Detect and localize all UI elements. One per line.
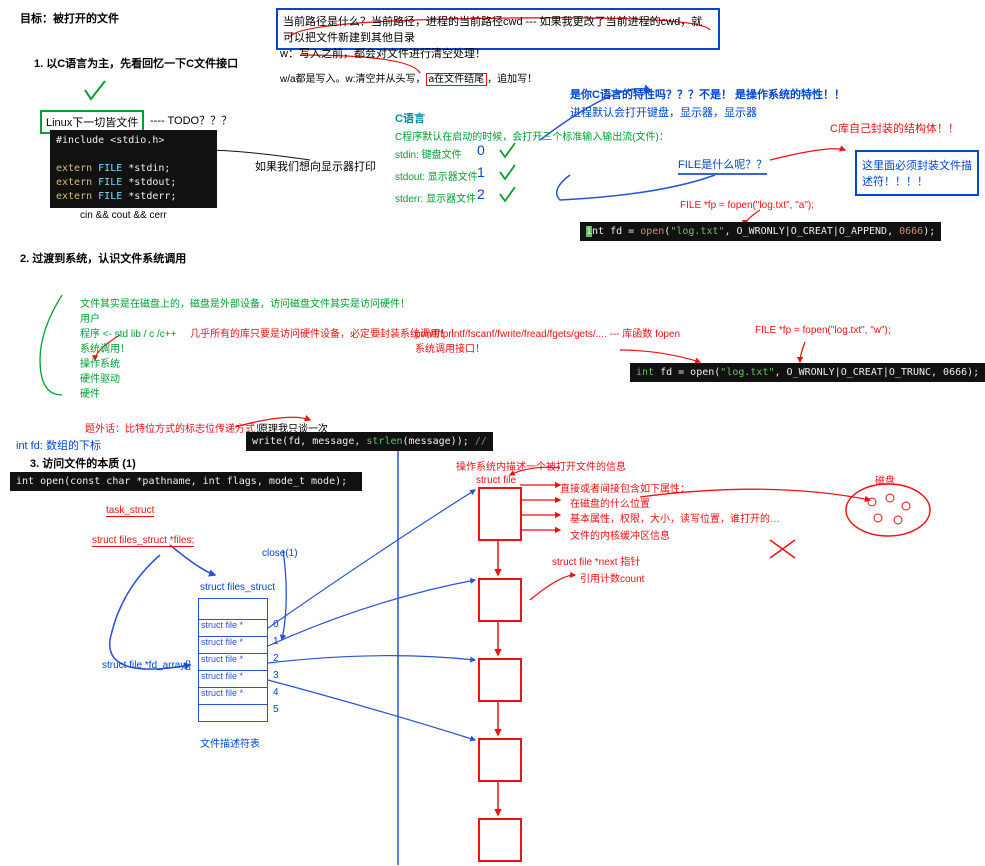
fda: struct file *fd_array[] [102, 660, 191, 671]
row-sf1: struct file * [199, 636, 267, 653]
file-wrap: C库自己封装的结构体！！ [830, 120, 959, 136]
todo: ---- TODO？？？ [150, 112, 232, 128]
cwd-text: 当前路径是什么？当前路径，进程的当前路径cwd --- 如果我更改了当前进程的c… [283, 16, 702, 44]
row-sf0: struct file * [199, 619, 267, 636]
linux-text: Linux下一切皆文件 [46, 117, 138, 129]
s2-ln2: 用户 [80, 310, 100, 325]
disk: 磁盘 [875, 472, 895, 487]
s2-r3: 系统调用接口！ [415, 340, 485, 355]
sec2-title: 2. 过渡到系统，认识文件系统调用 [20, 250, 186, 266]
sf-box5 [478, 818, 522, 862]
cwd-note: 当前路径是什么？当前路径，进程的当前路径cwd --- 如果我更改了当前进程的c… [276, 8, 720, 50]
s2-ln1: 文件其实是在磁盘上的，磁盘是外部设备，访问磁盘文件其实是访问硬件！ [80, 295, 410, 310]
fdt: 文件描述符表 [200, 735, 260, 750]
i4: 4 [273, 687, 279, 698]
stdout: stdout: 显示器文件 [395, 168, 478, 183]
sec3-title: 3. 访问文件的本质 (1) [30, 455, 136, 471]
fopen-w: FILE *fp = fopen("log.txt", "w"); [755, 325, 891, 336]
c-title: C语言 [395, 110, 425, 126]
task-struct: task_struct [106, 505, 154, 517]
s2-ln6: 硬件驱动 [80, 370, 120, 385]
n2: 2 [477, 186, 485, 202]
a3: 基本属性，权限，大小，读写位置，谁打开的… [570, 510, 780, 525]
i1: 1 [273, 636, 279, 647]
fd-table: struct file * struct file * struct file … [198, 598, 268, 722]
a2: 在磁盘的什么位置 [570, 495, 650, 510]
ext-note: 题外话：比特位方式的标志位传递方式！ [85, 420, 265, 435]
os-trait1: 是你C语言的特性吗？？？不是！ 是操作系统的特性！！ [570, 86, 845, 102]
fd-box-text: 这里面必须封装文件描述符！！！！ [862, 160, 972, 188]
cpp-streams: cin && cout && cerr [80, 210, 167, 221]
s2-ln3: 程序 <- std lib / c /c++ [80, 325, 176, 340]
goal: 目标：被打开的文件 [20, 10, 119, 26]
i3: 3 [273, 670, 279, 681]
write-code: write(fd, message, strlen(message)); // [246, 432, 493, 451]
file-q: FILE是什么呢？？ [678, 156, 767, 175]
cnt: 引用计数count [580, 570, 644, 585]
fopen-a: FILE *fp = fopen("log.txt", "a"); [680, 200, 814, 211]
sfile: struct file [476, 475, 516, 486]
files-ptr: struct files_struct *files; [92, 535, 194, 547]
sfs: struct files_struct [200, 582, 275, 593]
stdio-code: #include <stdio.h> extern FILE *stdin; e… [50, 130, 217, 208]
sec1-title: 1. 以C语言为主，先看回忆一下C文件接口 [34, 55, 238, 71]
print-note: 如果我们想向显示器打印 [255, 158, 376, 174]
c-desc: C程序默认在启动的时候，会打开三个标准输入输出流(文件)： [395, 128, 669, 143]
a4: 文件的内核缓冲区信息 [570, 527, 670, 542]
stdin: stdin: 键盘文件 [395, 146, 462, 161]
i0: 0 [273, 619, 279, 630]
sf-box4 [478, 738, 522, 782]
fd-box: 这里面必须封装文件描述符！！！！ [855, 150, 979, 196]
open-sig: int open(const char *pathname, int flags… [10, 472, 362, 491]
sf-box1 [478, 487, 522, 541]
a1: 直接或者间接包含如下属性： [560, 480, 690, 495]
next: struct file *next 指针 [552, 553, 640, 568]
i2: 2 [273, 653, 279, 664]
os-trait2: 进程默认会打开键盘，显示器，显示器 [570, 104, 757, 120]
row-sf3: struct file * [199, 670, 267, 687]
n0: 0 [477, 142, 485, 158]
stderr: stderr: 显示器文件 [395, 190, 476, 205]
sf-box3 [478, 658, 522, 702]
kern-note: 操作系统内描述一个被打开文件的信息 [456, 458, 626, 473]
s2-r2: printf/fprintf/fscanf/fwrite/fread/fgets… [415, 325, 680, 340]
row-sf4: struct file * [199, 687, 267, 704]
s2-ln7: 硬件 [80, 385, 100, 400]
s2-ln5: 操作系统 [80, 355, 120, 370]
note-wa: w/a都是写入。w:清空并从头写，a在文件结尾，追加写！ [280, 70, 537, 85]
sf-box2 [478, 578, 522, 622]
row-sf2: struct file * [199, 653, 267, 670]
note-w: w：写入之前，都会对文件进行清空处理！ [280, 45, 486, 61]
i5: 5 [273, 704, 279, 715]
open-w: int fd = open("log.txt", O_WRONLY|O_CREA… [630, 363, 985, 382]
intfd: int fd: 数组的下标 [16, 437, 101, 453]
n1: 1 [477, 164, 485, 180]
open-a: int fd = open("log.txt", O_WRONLY|O_CREA… [580, 222, 941, 241]
close: close(1) [262, 548, 298, 559]
s2-ln4: 系统调用！ [80, 340, 130, 355]
